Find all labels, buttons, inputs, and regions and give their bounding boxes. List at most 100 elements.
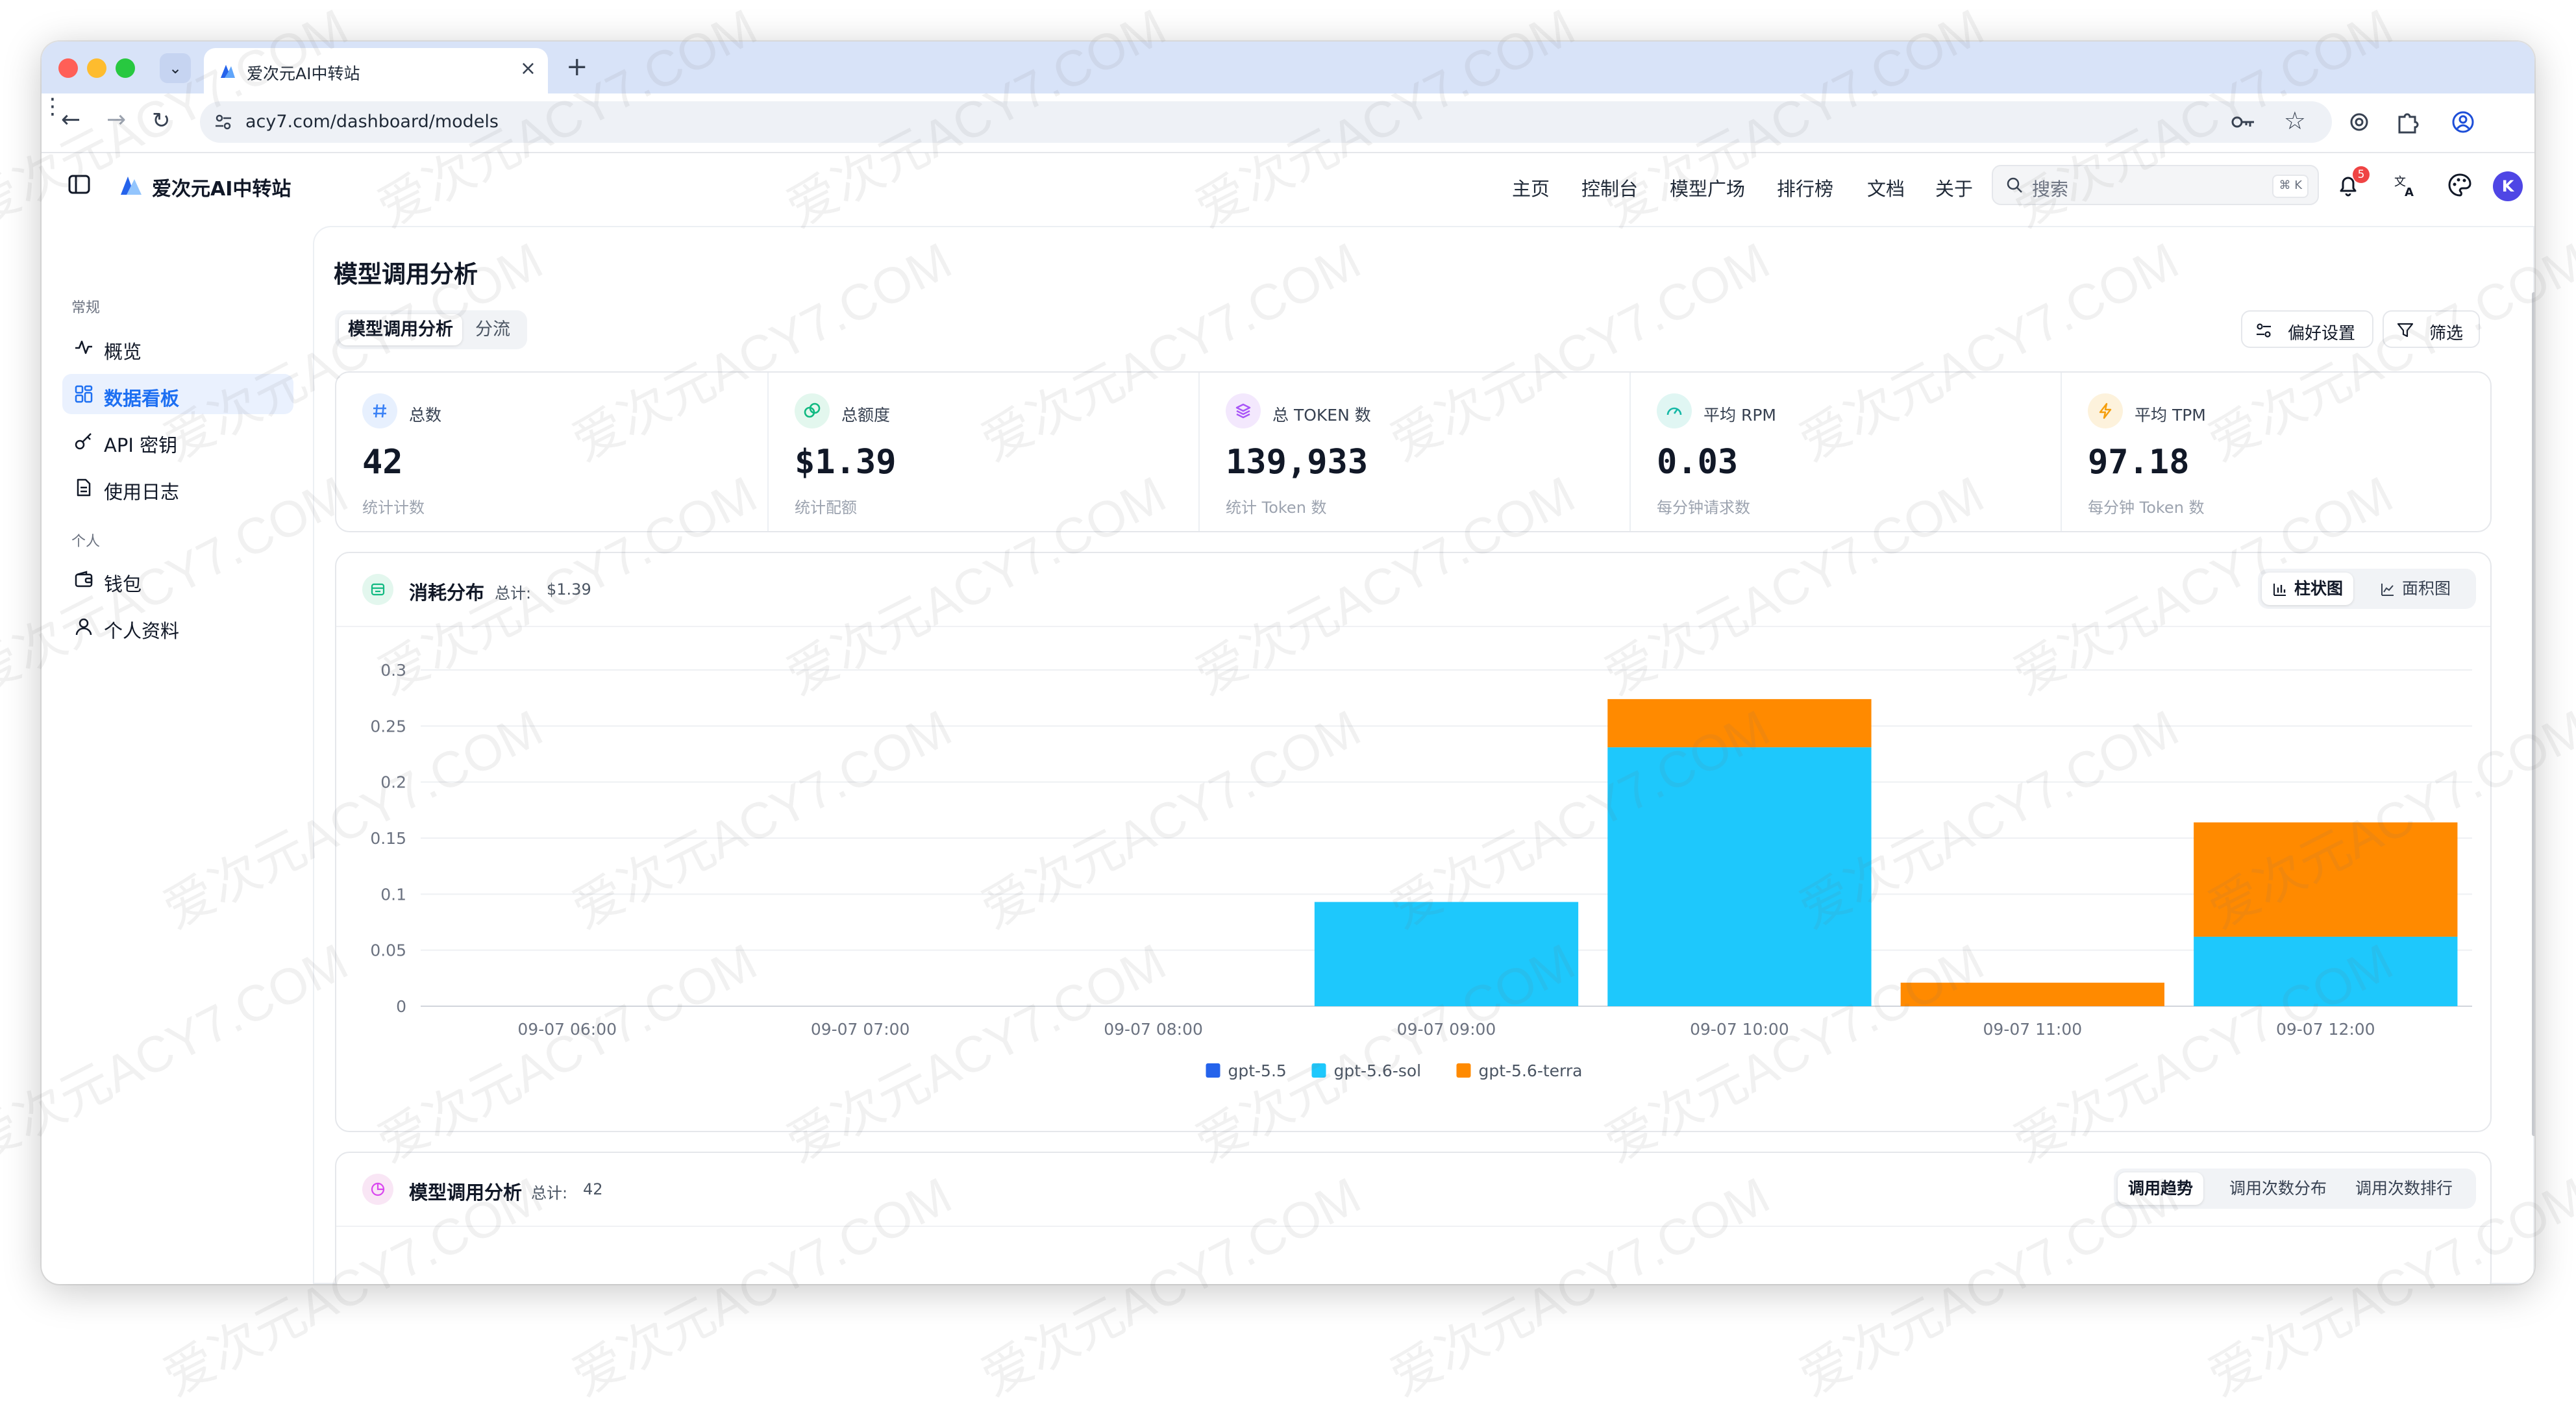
legend-swatch [1206,1063,1220,1078]
sidebar-toggle-icon[interactable] [68,174,91,195]
wallet-icon [75,571,93,588]
y-tick-label: 0.1 [380,885,406,904]
extensions-puzzle-icon[interactable] [2393,108,2421,136]
stat-total-count: 总数 42 统计计数 [336,373,767,531]
legend-label: gpt-5.5 [1228,1061,1287,1080]
sidebar-item-api-keys[interactable]: API 密钥 [62,421,293,461]
brand-logo-icon[interactable] [118,173,144,197]
stat-subtitle: 统计 Token 数 [1226,499,1327,517]
x-tick-label: 09-07 12:00 [2276,1020,2375,1039]
y-tick-label: 0 [396,997,406,1016]
area-chart-view-button[interactable]: 面积图 [2370,573,2461,605]
filter-button[interactable]: 筛选 [2383,310,2480,348]
browser-menu-icon[interactable]: ⋮ [42,93,64,119]
chatgpt-extension-icon[interactable] [2345,108,2373,136]
sidebar-item-label: 使用日志 [104,481,180,503]
sidebar-item-label: 数据看板 [104,388,180,410]
address-bar[interactable]: acy7.com/dashboard/models ☆ [200,101,2332,143]
x-tick-label: 09-07 10:00 [1690,1020,1789,1039]
stat-subtitle: 每分钟 Token 数 [2088,499,2205,517]
area-chart-icon [2381,584,2394,596]
minimize-window-button[interactable] [87,58,106,78]
stat-value: 42 [362,443,403,482]
sidebar-item-dashboard[interactable]: 数据看板 [62,374,293,414]
stats-summary: 总数 42 统计计数 总额度 $1.39 统计配额 总 TOKEN 数 139,… [335,371,2492,532]
back-button[interactable]: ← [61,106,80,133]
bar-segment [2194,936,2458,1006]
search-shortcut-badge: ⌘ K [2272,175,2309,198]
card-title: 模型调用分析 [409,1181,523,1204]
reload-button[interactable]: ↻ [152,108,171,134]
nav-leaderboard[interactable]: 排行榜 [1777,174,1833,201]
card-total-value: 42 [583,1180,603,1198]
browser-tab[interactable]: 爱次元AI中转站 × [204,48,548,93]
site-info-icon[interactable] [213,112,234,132]
nav-docs[interactable]: 文档 [1867,174,1905,201]
stat-subtitle: 统计配额 [795,499,857,517]
page-tabs: 模型调用分析 分流 [335,310,527,349]
stat-subtitle: 每分钟请求数 [1657,499,1750,517]
bar-chart-icon [2273,584,2286,596]
profile-account-icon[interactable] [2449,108,2477,136]
sidebar-item-profile[interactable]: 个人资料 [62,606,293,647]
x-tick-label: 09-07 09:00 [1397,1020,1496,1039]
sidebar-section-general: 常规 [71,300,101,316]
bar-chart-view-button[interactable]: 柱状图 [2262,573,2354,605]
page-scrollbar[interactable] [2532,292,2534,1201]
bookmark-star-icon[interactable]: ☆ [2284,106,2306,135]
brand-name[interactable]: 爱次元AI中转站 [152,173,291,201]
forward-button[interactable]: → [106,106,126,133]
view-label: 面积图 [2402,579,2451,598]
y-tick-label: 0.15 [370,829,406,848]
coins-icon [795,393,830,428]
nav-home[interactable]: 主页 [1512,174,1550,201]
scrollbar-thumb[interactable] [2532,292,2534,1136]
site-favicon-icon [221,65,235,78]
maximize-window-button[interactable] [116,58,135,78]
gauge-icon [1657,393,1692,428]
search-icon [2007,177,2022,193]
legend-swatch [1456,1063,1471,1078]
preferences-label: 偏好设置 [2288,324,2356,343]
user-avatar[interactable]: K [2493,171,2523,201]
stat-label: 总额度 [841,406,891,425]
tab-search-button[interactable]: ⌄ [160,53,191,83]
site-header: 爱次元AI中转站 主页 控制台 模型广场 排行榜 文档 关于 搜索 ⌘ K 5 … [42,153,2534,217]
stat-label: 总 TOKEN 数 [1272,406,1371,425]
main-content: 模型调用分析 模型调用分析 分流 偏好设置 筛选 总数 42 统计计数 总额度 … [313,226,2534,1284]
analysis-view-toggle: 调用趋势 调用次数分布 调用次数排行 [2114,1169,2476,1209]
close-tab-icon[interactable]: × [520,57,536,80]
stat-total-tokens: 总 TOKEN 数 139,933 统计 Token 数 [1198,373,1631,531]
stat-average-rpm: 平均 RPM 0.03 每分钟请求数 [1629,373,2062,531]
pie-chart-icon [362,1174,393,1205]
sidebar-item-wallet[interactable]: 钱包 [62,560,293,600]
key-icon [75,433,92,450]
tab-call-distribution[interactable]: 调用次数分布 [2219,1172,2337,1205]
stat-value: 97.18 [2088,443,2190,482]
password-key-icon[interactable] [2231,112,2257,132]
new-tab-button[interactable]: + [566,52,588,82]
language-translate-icon[interactable]: 文 A [2392,171,2419,199]
card-header: 模型调用分析 总计: 42 调用趋势 调用次数分布 调用次数排行 [336,1153,2490,1227]
card-total-label: 总计: [531,1184,568,1202]
sidebar-item-usage-logs[interactable]: 使用日志 [62,467,293,508]
search-input[interactable]: 搜索 ⌘ K [1992,165,2319,205]
nav-console[interactable]: 控制台 [1581,174,1638,201]
model-call-analysis-card: 模型调用分析 总计: 42 调用趋势 调用次数分布 调用次数排行 [335,1152,2492,1284]
sidebar-item-label: 钱包 [104,573,142,595]
sidebar-item-overview[interactable]: 概览 [62,327,293,367]
url-text: acy7.com/dashboard/models [245,112,499,132]
preferences-button[interactable]: 偏好设置 [2241,310,2373,348]
browser-toolbar: ← → ↻ acy7.com/dashboard/models ☆ ⋮ [42,93,2534,153]
view-label: 柱状图 [2294,579,2344,598]
nav-model-square[interactable]: 模型广场 [1670,174,1745,201]
tab-model-analysis[interactable]: 模型调用分析 [339,314,462,345]
tab-split[interactable]: 分流 [466,314,519,345]
search-placeholder: 搜索 [2032,179,2069,200]
close-window-button[interactable] [58,58,78,78]
tab-call-ranking[interactable]: 调用次数排行 [2345,1172,2463,1205]
nav-about[interactable]: 关于 [1935,174,1973,201]
sidebar-item-label: 个人资料 [104,620,180,642]
tab-call-trend[interactable]: 调用趋势 [2118,1172,2204,1205]
theme-palette-icon[interactable] [2446,171,2473,199]
